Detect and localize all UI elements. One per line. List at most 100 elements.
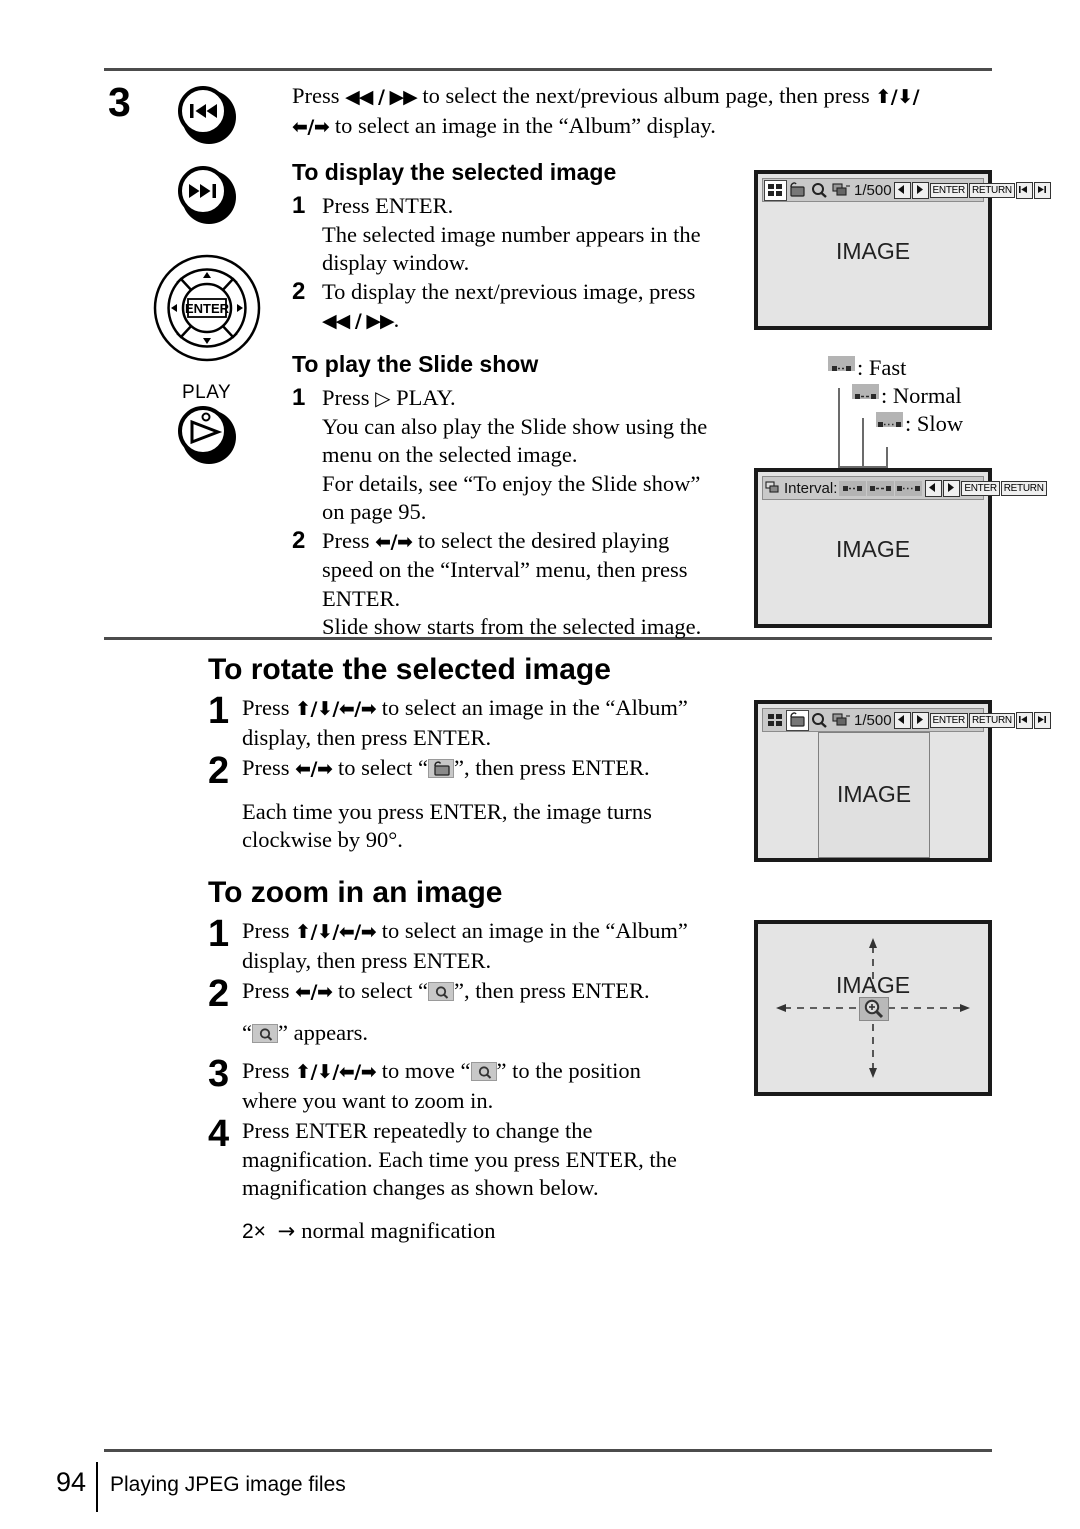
press-label: Press: [242, 978, 296, 1003]
display-steps: 1 Press ENTER. The selected image number…: [292, 192, 742, 336]
shutter-speed-value: 1/500: [854, 711, 892, 729]
dpad-control[interactable]: ENTER: [152, 252, 262, 364]
speed-normal-option[interactable]: [867, 480, 895, 496]
next-track-key[interactable]: [1033, 181, 1051, 199]
prev-track-key[interactable]: [1015, 711, 1033, 729]
prev-track-icon: [190, 104, 217, 118]
step-line: ”, then press ENTER.: [454, 755, 650, 780]
step-num: 2: [292, 526, 306, 554]
display-step-2: 2 To display the next/previous image, pr…: [292, 278, 742, 336]
step-line: Press ENTER.: [322, 193, 454, 218]
zoom-cursor-icon: [470, 1062, 497, 1081]
slideshow-icon[interactable]: [831, 711, 852, 730]
step-num: 2: [208, 973, 230, 1015]
screen-image-label: IMAGE: [835, 238, 911, 264]
right-arrow-key[interactable]: [911, 181, 929, 199]
header-rule: [104, 68, 992, 71]
arrow-glyphs-3: ⬅/➡: [375, 530, 413, 553]
zoom-icon: [428, 982, 455, 1001]
zoom-icon[interactable]: [809, 711, 830, 730]
speed-fast-option[interactable]: [839, 480, 867, 496]
prev-track-button[interactable]: [178, 86, 236, 144]
enter-key[interactable]: ENTER: [929, 182, 968, 198]
play-label: PLAY: [182, 382, 232, 403]
osd-toolbar[interactable]: 1/500 ENTER RETURN: [762, 708, 1051, 732]
osd-interval-toolbar[interactable]: Interval: ENTER RETURN: [762, 476, 1047, 500]
footer-section-title: Playing JPEG image files: [110, 1473, 346, 1496]
leader-line-fast: [838, 388, 840, 470]
step-line: display window.: [322, 250, 470, 275]
press-label: Press: [242, 695, 296, 720]
return-key[interactable]: RETURN: [1000, 480, 1047, 496]
tv-screen-rotate-result: 1/500 ENTER RETURN IMAGE: [754, 700, 1051, 862]
rotate-icon[interactable]: [787, 181, 808, 200]
arrow-glyphs-8: ⬆/⬇/⬅/➡: [295, 1061, 377, 1083]
heading-zoom-in-image: To zoom in an image: [208, 876, 503, 909]
prev-track-key[interactable]: [1015, 181, 1033, 199]
left-arrow-key[interactable]: [925, 479, 943, 497]
rotate-icon[interactable]: [786, 709, 809, 731]
return-key[interactable]: RETURN: [968, 182, 1015, 198]
step-line: to select the desired playing: [412, 527, 670, 553]
arrow-glyphs-4: ⬆/⬇/⬅/➡: [295, 698, 377, 720]
step-line: To display the next/previous image, pres…: [322, 278, 696, 304]
step-line: display, then press ENTER.: [242, 947, 492, 973]
track-glyphs-2: ◀◀ / ▶▶: [322, 310, 395, 332]
leader-line-normal: [862, 418, 864, 470]
step-line: You can also play the Slide show using t…: [322, 413, 708, 439]
left-arrow-key[interactable]: [893, 181, 911, 199]
dpad-icon: ENTER: [153, 254, 261, 362]
step3-line2-post: to select an image in the “Album” displa…: [329, 112, 716, 138]
zoom-step-3: 3 Press ⬆/⬇/⬅/➡ to move “ ” to the posit…: [208, 1055, 748, 1115]
right-arrow-key[interactable]: [911, 711, 929, 729]
left-arrow-key[interactable]: [893, 711, 911, 729]
next-track-button[interactable]: [178, 166, 236, 224]
step-line: on page 95.: [322, 499, 427, 524]
osd-toolbar[interactable]: 1/500 ENTER RETURN: [762, 178, 1051, 202]
enter-key[interactable]: ENTER: [929, 712, 968, 728]
step-line: to select “: [332, 755, 429, 780]
tv-screen-zoom-cursor: IMAGE: [754, 920, 992, 1096]
step-num: 1: [292, 384, 306, 411]
magnification-arrow-icon: →: [277, 1218, 296, 1243]
press-label: Press: [242, 755, 296, 780]
tv-screen-interval-menu: Interval: ENTER RETURN IMAGE: [754, 468, 1047, 628]
rotate-step-2: 2 Press ⬅/➡ to select “ ”, then press EN…: [208, 750, 748, 855]
slideshow-icon[interactable]: [765, 479, 782, 498]
zoom-icon[interactable]: [809, 181, 830, 200]
arrow-glyphs-2: ⬅/➡: [292, 115, 330, 138]
step-line: ” to the position: [496, 1058, 641, 1083]
slow-callout: : Slow: [876, 411, 963, 437]
screen-image-label: IMAGE: [836, 781, 912, 807]
enter-key[interactable]: ENTER: [961, 480, 1000, 496]
play-button[interactable]: [178, 406, 236, 464]
speed-normal-icon: [852, 384, 879, 399]
step-num: 1: [292, 192, 306, 219]
track-glyphs-1: ◀◀ / ▶▶: [345, 86, 418, 108]
press-label: Press: [322, 385, 376, 410]
step-line: display, then press ENTER.: [242, 724, 492, 750]
svg-text:ENTER: ENTER: [185, 301, 230, 316]
slideshow-icon[interactable]: [831, 181, 852, 200]
footer-rule: [104, 1449, 992, 1452]
step-num: 2: [292, 277, 306, 305]
album-grid-icon[interactable]: [765, 711, 786, 730]
speed-slow-option[interactable]: [895, 480, 923, 496]
step-line: to select an image in the “Album”: [376, 918, 688, 943]
next-track-key[interactable]: [1033, 711, 1051, 729]
fast-callout: : Fast: [828, 355, 906, 381]
slideshow-steps: 1 Press ▷ PLAY. You can also play the Sl…: [292, 384, 742, 642]
play-icon: [190, 412, 223, 445]
rotate-icon: [428, 759, 455, 778]
return-key[interactable]: RETURN: [968, 712, 1015, 728]
speed-slow-icon: [876, 412, 903, 427]
step-num: 4: [208, 1113, 230, 1155]
heading-rotate-selected-image: To rotate the selected image: [208, 653, 611, 686]
album-grid-icon[interactable]: [764, 179, 787, 201]
step-num: 2: [208, 750, 230, 792]
interval-label: Interval:: [784, 479, 838, 497]
arrow-glyphs-7: ⬅/➡: [295, 981, 333, 1003]
right-arrow-key[interactable]: [943, 479, 961, 497]
rotate-step-1: 1 Press ⬆/⬇/⬅/➡ to select an image in th…: [208, 692, 748, 752]
trailing-period: .: [393, 307, 400, 332]
